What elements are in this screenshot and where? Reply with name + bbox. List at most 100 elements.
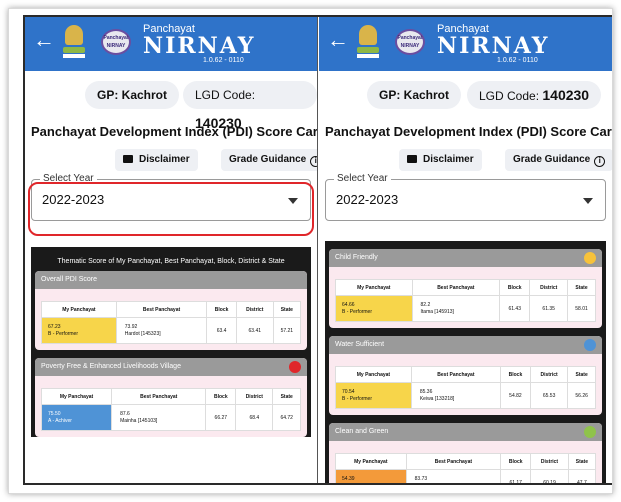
table-header-row: My Panchayat Best Panchayat Block Distri… (41, 301, 302, 318)
grade-guidance-label: Grade Guidance (513, 154, 591, 165)
col-district: District (529, 366, 569, 383)
nirnay-badge-icon: Panchayat NIRNAY (395, 29, 425, 55)
action-buttons: Disclaimer Grade Guidance i (25, 145, 317, 173)
right-phone-screen: ← Panchayat NIRNAY Panchayat NIRNAY 1.0.… (319, 17, 612, 483)
card-title: Poverty Free & Enhanced Livelihoods Vill… (41, 363, 181, 370)
col-state: State (567, 366, 596, 383)
col-district: District (530, 453, 569, 470)
district-cell: 65.53 (529, 382, 569, 409)
district-cell: 63.41 (235, 317, 274, 344)
block-cell: 54.82 (499, 382, 531, 409)
district-cell: 68.4 (235, 404, 274, 431)
card-title-bar: Clean and Green (329, 423, 602, 441)
col-best-panchayat: Best Panchayat (111, 388, 207, 405)
my-panchayat-cell: 75.50 A - Achiver (40, 404, 113, 431)
best-panchayat-cell: 85.36 Keiwa [133218] (410, 382, 501, 409)
state-cell: 58.01 (567, 295, 596, 322)
best-name: Keiwa [133218] (419, 395, 455, 402)
best-name: Surana [133239] (415, 483, 452, 484)
left-phone-screen: ← Panchayat NIRNAY Panchayat NIRNAY 1.0.… (25, 17, 318, 483)
card-title-bar: Child Friendly (329, 249, 602, 267)
col-block: Block (205, 388, 237, 405)
app-version: 1.0.62 - 0110 (203, 57, 244, 64)
score-card: Child Friendly My Panchayat Best Panchay… (329, 249, 602, 328)
my-grade: C - Aspirant (342, 483, 368, 484)
thematic-title: Thematic Score of My Panchayat, Best Pan… (57, 258, 285, 265)
card-title-bar: Overall PDI Score (35, 271, 307, 289)
my-score: 54.39 (342, 475, 355, 482)
card-title-bar: Poverty Free & Enhanced Livelihoods Vill… (35, 358, 307, 376)
gp-pill: GP: Kachrot (367, 81, 462, 109)
theme-icon (584, 252, 596, 264)
block-cell: 63.4 (206, 317, 237, 344)
grade-guidance-button[interactable]: Grade Guidance i (505, 149, 612, 171)
best-score: 73.92 (124, 323, 138, 330)
emblem-icon (357, 25, 379, 59)
col-best-panchayat: Best Panchayat (405, 453, 502, 470)
best-score: 87.6 (120, 410, 130, 417)
score-card: Water Sufficient My Panchayat Best Panch… (329, 336, 602, 415)
col-my-panchayat: My Panchayat (335, 366, 412, 383)
district-cell: 61.35 (529, 295, 569, 322)
my-panchayat-cell: 70.54 B - Performer (335, 382, 412, 409)
back-arrow-icon[interactable]: ← (327, 29, 349, 51)
app-title: NIRNAY (437, 33, 550, 59)
red-highlight-box (28, 182, 314, 236)
right-cards: Child Friendly My Panchayat Best Panchay… (325, 249, 606, 483)
table-row: 75.50 A - Achiver 87.6 Mainha [145103] 6… (40, 404, 301, 431)
select-year-label: Select Year (334, 173, 391, 184)
app-version: 1.0.62 - 0110 (497, 57, 538, 64)
block-cell: 61.17 (500, 469, 532, 483)
my-panchayat-cell: 64.66 B - Performer (335, 295, 413, 322)
card-title: Overall PDI Score (41, 276, 98, 283)
theme-icon (289, 361, 301, 373)
table-row: 54.39 C - Aspirant 83.73 Surana [133239]… (335, 469, 597, 484)
score-card: Poverty Free & Enhanced Livelihoods Vill… (35, 358, 307, 437)
lgd-pill: LGD Code: 140230 (467, 81, 602, 109)
state-cell: 64.72 (272, 404, 301, 431)
my-panchayat-cell: 54.39 C - Aspirant (335, 469, 407, 484)
grade-guidance-button[interactable]: Grade Guidance i (221, 149, 317, 171)
state-cell: 57.21 (272, 317, 302, 344)
my-grade: B - Performer (342, 308, 373, 315)
state-cell: 56.26 (567, 382, 596, 409)
col-block: Block (206, 301, 237, 318)
action-buttons: Disclaimer Grade Guidance i (319, 145, 612, 173)
my-score: 64.66 (342, 301, 355, 308)
dropdown-caret-icon (583, 198, 593, 204)
state-cell: 47.7 (567, 469, 597, 483)
table-header-row: My Panchayat Best Panchayat Block Distri… (40, 388, 301, 405)
col-block: Block (499, 366, 531, 383)
block-cell: 61.43 (499, 295, 531, 322)
score-card: Overall PDI Score My Panchayat Best Panc… (35, 271, 307, 350)
table-row: 67.23 B - Performer 73.92 Hardot [145323… (41, 317, 302, 344)
info-row: GP: Kachrot LGD Code: 140230 (25, 71, 317, 131)
table-header-row: My Panchayat Best Panchayat Block Distri… (335, 453, 597, 470)
gp-pill: GP: Kachrot (85, 81, 180, 109)
card-title: Water Sufficient (335, 341, 385, 348)
table-row: 70.54 B - Performer 85.36 Keiwa [133218]… (335, 382, 596, 409)
col-block: Block (500, 453, 532, 470)
screenshot-frame: ← Panchayat NIRNAY Panchayat NIRNAY 1.0.… (8, 8, 613, 494)
score-table: My Panchayat Best Panchayat Block Distri… (40, 388, 301, 431)
disclaimer-button[interactable]: Disclaimer (115, 149, 198, 171)
best-name: Hardot [145323] (124, 330, 161, 337)
disclaimer-icon (123, 155, 133, 163)
best-score: 82.2 (420, 301, 431, 308)
col-district: District (235, 388, 274, 405)
back-arrow-icon[interactable]: ← (33, 29, 55, 51)
info-icon: i (594, 156, 606, 167)
my-score: 70.54 (342, 388, 355, 395)
page-title: Panchayat Development Index (PDI) Score … (325, 124, 612, 139)
disclaimer-icon (407, 155, 417, 163)
my-score: 75.50 (48, 410, 61, 417)
block-cell: 66.27 (205, 404, 237, 431)
best-score: 83.73 (414, 475, 428, 482)
score-table: My Panchayat Best Panchayat Block Distri… (335, 279, 596, 322)
select-year-dropdown[interactable]: Select Year 2022-2023 (325, 173, 606, 221)
district-cell: 60.19 (530, 469, 569, 483)
table-header-row: My Panchayat Best Panchayat Block Distri… (335, 279, 596, 296)
disclaimer-button[interactable]: Disclaimer (399, 149, 482, 171)
lgd-pill: LGD Code: 140230 (183, 81, 317, 131)
best-panchayat-cell: 83.73 Surana [133239] (405, 469, 502, 484)
